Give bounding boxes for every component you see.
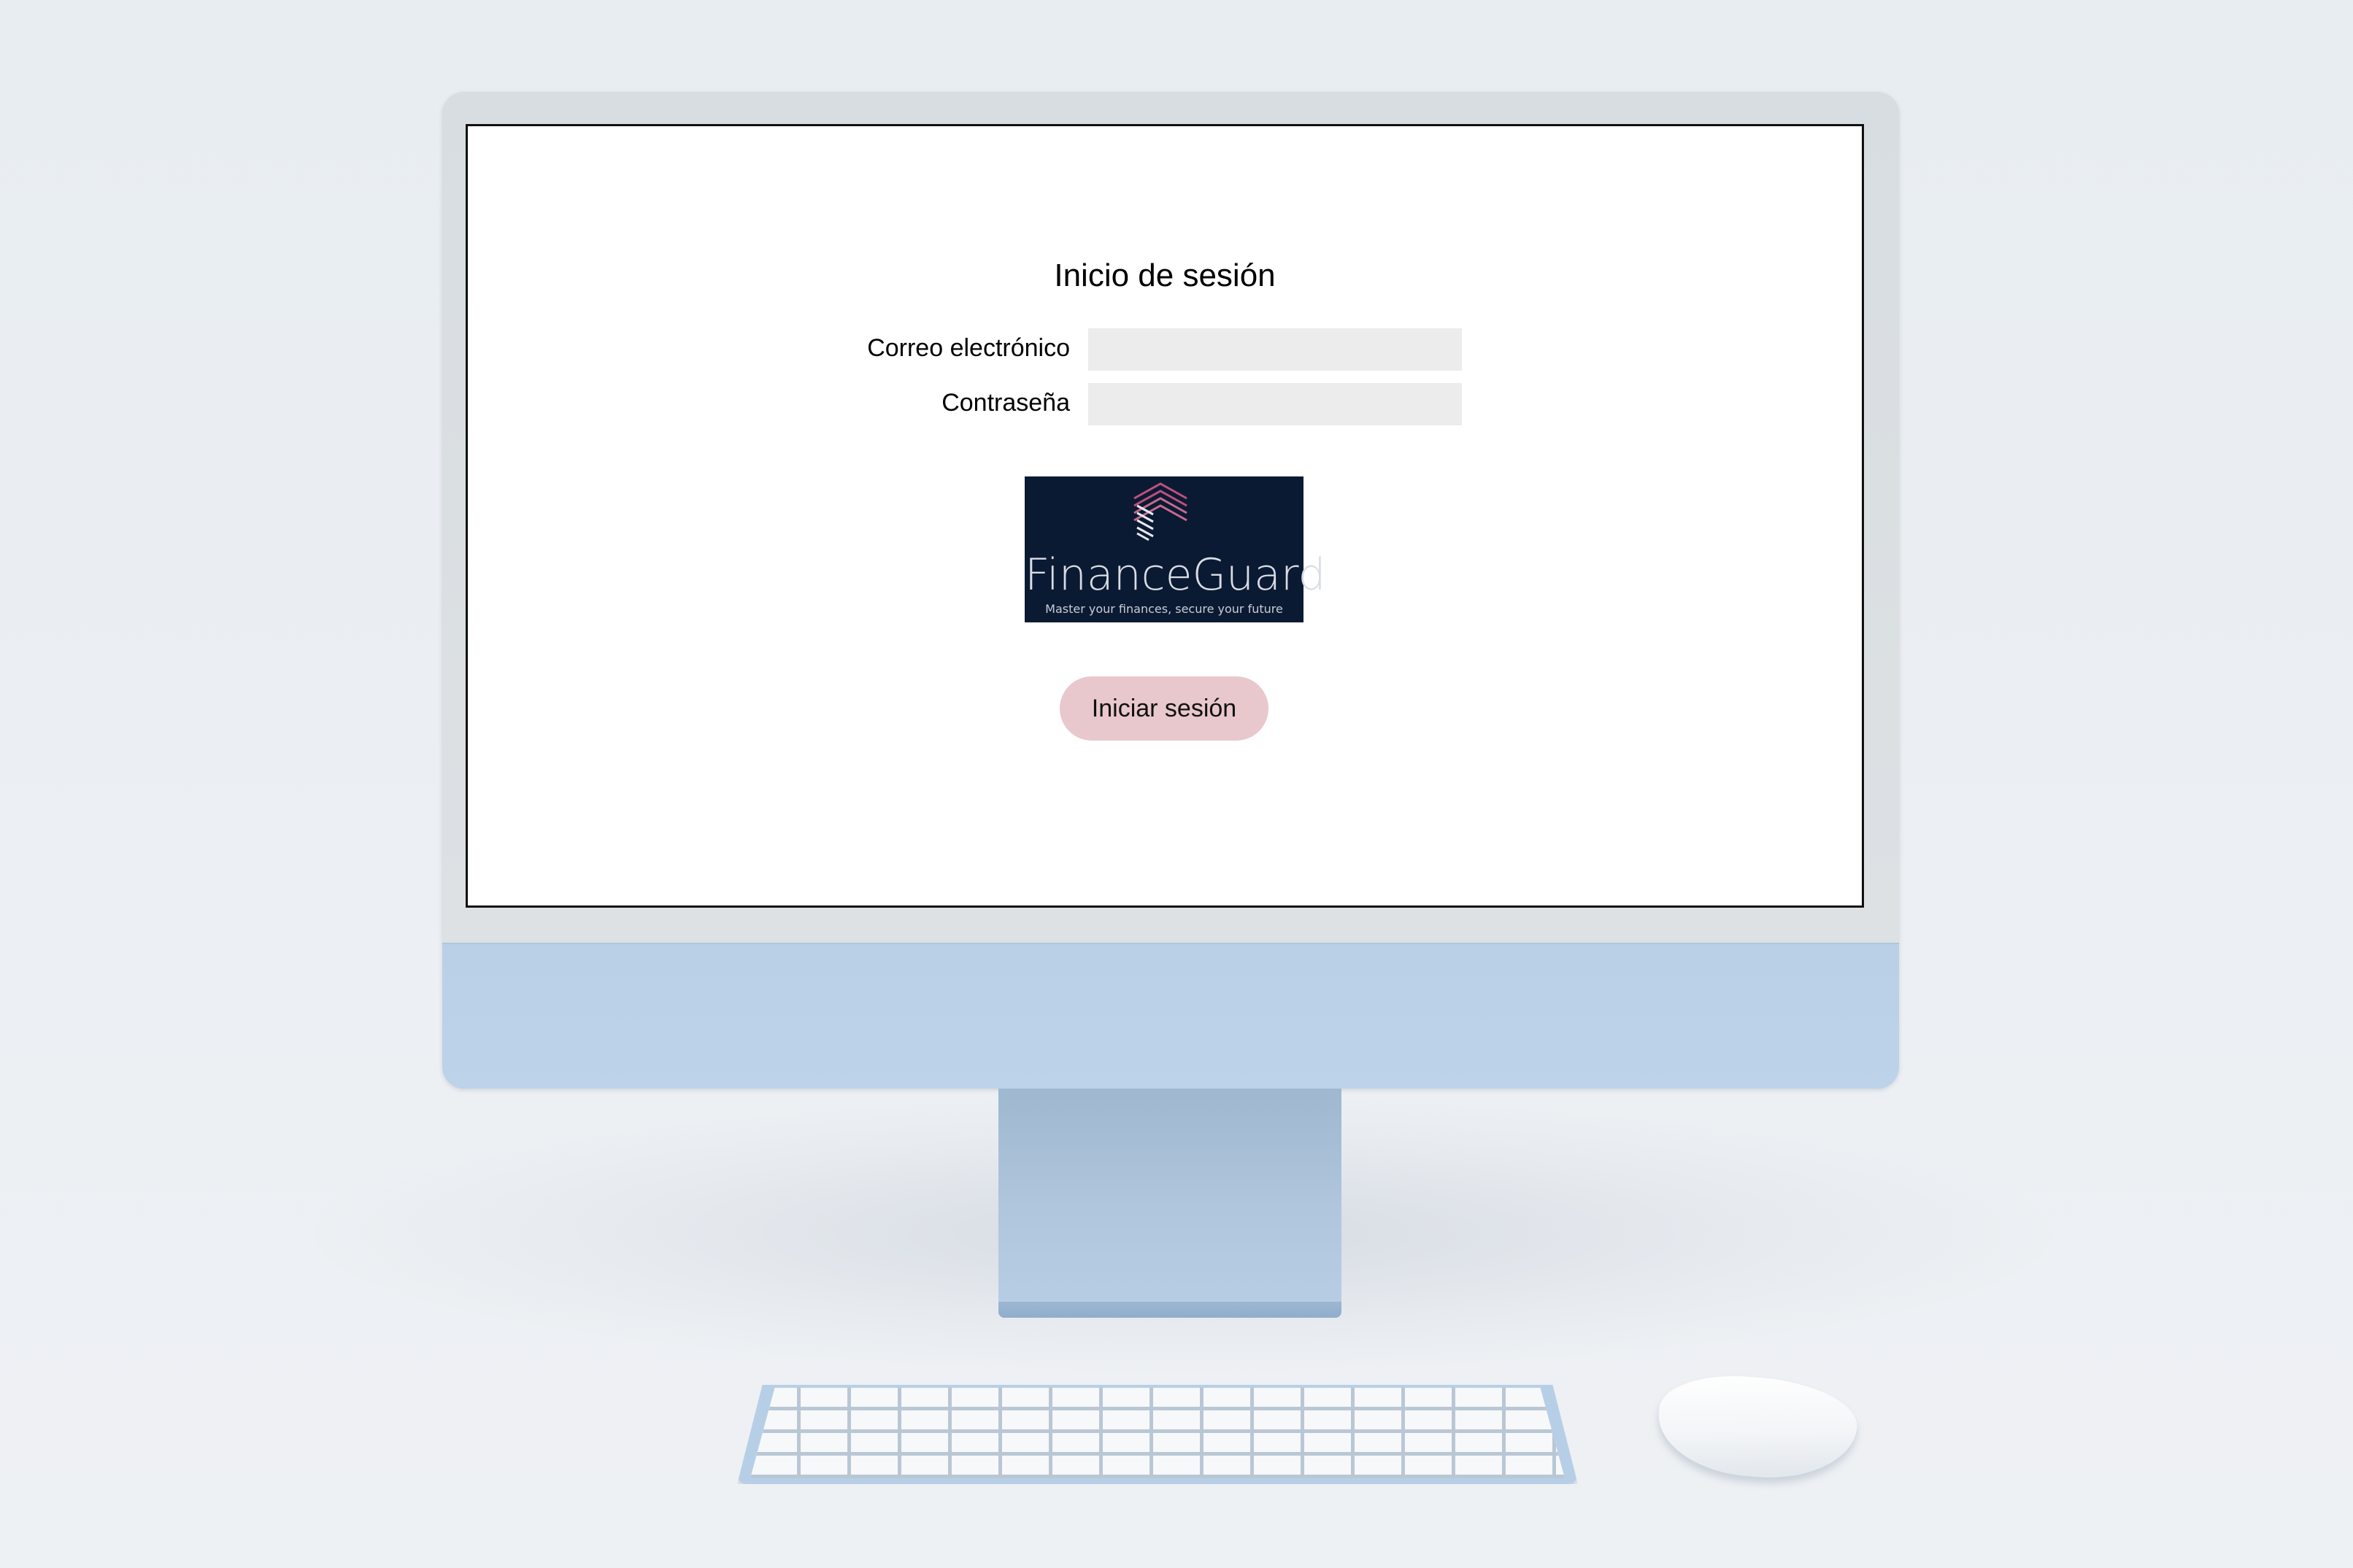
login-button[interactable]: Iniciar sesión [1060, 676, 1268, 741]
page-title: Inicio de sesión [1054, 258, 1276, 293]
monitor-stand [998, 1089, 1341, 1305]
mouse [1655, 1370, 1860, 1484]
password-field[interactable] [1088, 383, 1462, 425]
password-label: Contraseña [941, 389, 1070, 417]
logo-name: FinanceGuard [1025, 549, 1326, 600]
login-screen: Inicio de sesión Correo electrónico Cont… [466, 124, 1864, 908]
logo-tagline: Master your finances, secure your future [1045, 602, 1283, 616]
stacked-chevrons-icon [1133, 482, 1187, 541]
email-field[interactable] [1088, 328, 1462, 371]
password-row: Contraseña [468, 383, 1862, 425]
email-row: Correo electrónico [468, 328, 1862, 371]
financeguard-logo: FinanceGuard Master your finances, secur… [1025, 476, 1326, 622]
monitor: Inicio de sesión Correo electrónico Cont… [442, 92, 1899, 1089]
email-label: Correo electrónico [867, 334, 1070, 362]
keyboard-keys [750, 1388, 1565, 1478]
monitor-chin [442, 943, 1899, 1089]
monitor-stand-foot [998, 1302, 1341, 1318]
